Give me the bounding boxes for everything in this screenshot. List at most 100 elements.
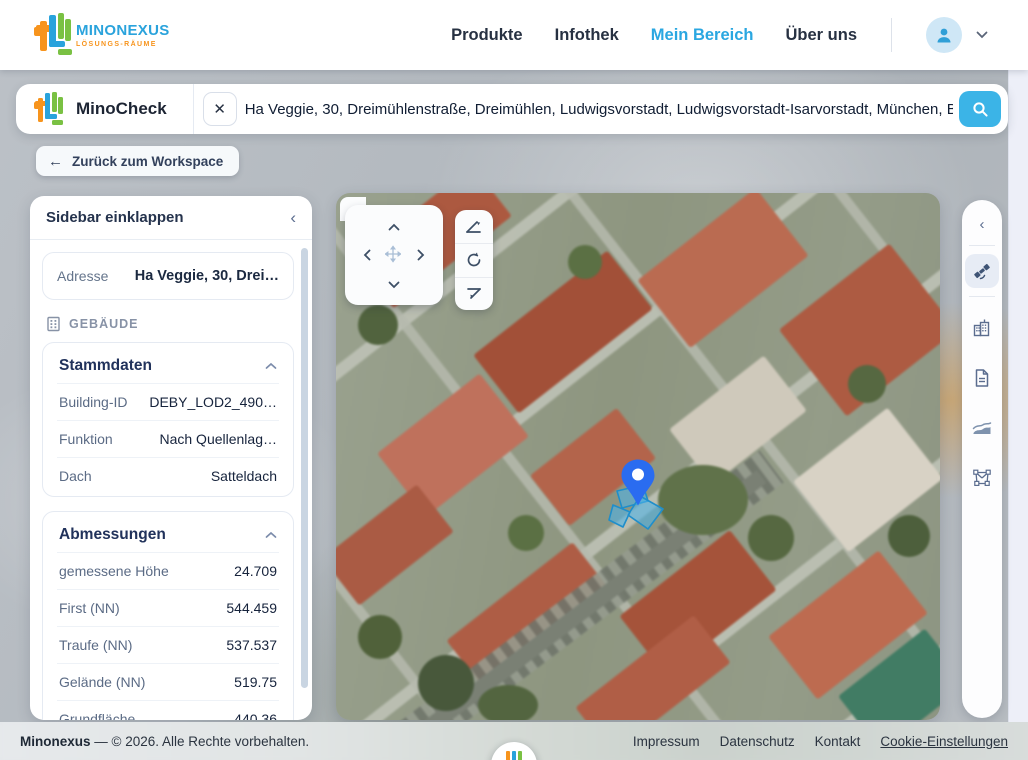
copyright-text: Minonexus — © 2026. Alle Rechte vorbehal… [20, 734, 309, 749]
gebaeude-section-header: GEBÄUDE [46, 316, 292, 332]
footer-link-datenschutz[interactable]: Datenschutz [720, 734, 795, 749]
table-row: Traufe (NN) 537.537 [57, 626, 279, 663]
building-icon [46, 316, 61, 332]
bearing-icon[interactable] [455, 277, 493, 310]
footer-link-kontakt[interactable]: Kontakt [815, 734, 861, 749]
top-navbar: MINONEXUS LÖSUNGS-RÄUME Produkte Infothe… [0, 0, 1028, 70]
row-label: First (NN) [59, 600, 120, 616]
row-value: Satteldach [100, 468, 277, 484]
clear-search-button[interactable]: ✕ [203, 92, 237, 126]
brand-tagline: LÖSUNGS-RÄUME [76, 41, 170, 48]
stammdaten-card: Stammdaten Building-ID DEBY_LOD2_490… Fu… [42, 342, 294, 497]
search-button[interactable] [959, 91, 1001, 127]
layer-polygon-button[interactable] [965, 461, 999, 495]
footer-brand: Minonexus [20, 734, 91, 749]
document-icon [973, 368, 991, 388]
nav-item-produkte[interactable]: Produkte [451, 26, 523, 45]
toolbar-collapse-chevron-icon[interactable]: ‹ [980, 216, 985, 233]
row-label: Building-ID [59, 394, 133, 410]
gebaeude-section-label: GEBÄUDE [69, 317, 139, 331]
search-field: ✕ [193, 84, 1008, 134]
row-value: DEBY_LOD2_490… [141, 394, 277, 410]
back-arrow-icon: ← [48, 153, 63, 170]
building-sidebar: Sidebar einklappen ‹ Adresse Ha Veggie, … [30, 196, 312, 720]
toolbar-divider [969, 245, 995, 246]
nav-item-ueber-uns[interactable]: Über uns [785, 26, 857, 45]
satellite-icon [972, 261, 992, 281]
row-value: 544.459 [128, 600, 277, 616]
back-button-label: Zurück zum Workspace [72, 154, 223, 169]
footer-links: Impressum Datenschutz Kontakt Cookie-Ein… [633, 734, 1008, 749]
search-input[interactable] [245, 101, 953, 118]
collapse-chevron-up-icon[interactable] [265, 362, 277, 370]
row-value: 519.75 [153, 674, 277, 690]
row-label: Traufe (NN) [59, 637, 132, 653]
map-rotation-controls [455, 210, 493, 310]
table-row: Dach Satteldach [57, 457, 279, 494]
footer-link-impressum[interactable]: Impressum [633, 734, 700, 749]
pan-right-button[interactable] [413, 247, 429, 263]
page-scrollbar[interactable] [1008, 70, 1028, 722]
sidebar-body: Adresse Ha Veggie, 30, Drei… GEBÄUDE Sta… [30, 240, 312, 720]
angle-measure-icon[interactable] [455, 210, 493, 243]
brand-logo[interactable]: MINONEXUS LÖSUNGS-RÄUME [34, 13, 170, 57]
pan-center-icon[interactable] [385, 246, 401, 262]
minocheck-logo-icon [34, 92, 64, 126]
address-value: Ha Veggie, 30, Drei… [135, 268, 279, 284]
nav-divider [891, 18, 892, 52]
terrain-layers-icon [972, 420, 992, 436]
user-avatar[interactable] [926, 17, 962, 53]
stammdaten-title: Stammdaten [59, 357, 152, 375]
sidebar-header[interactable]: Sidebar einklappen ‹ [30, 196, 312, 240]
row-value: Nach Quellenlag… [121, 431, 277, 447]
sidebar-collapse-label: Sidebar einklappen [46, 209, 184, 226]
pan-left-button[interactable] [359, 247, 375, 263]
table-row: Funktion Nach Quellenlag… [57, 420, 279, 457]
address-card: Adresse Ha Veggie, 30, Drei… [42, 252, 294, 300]
pan-down-button[interactable] [386, 277, 402, 293]
row-label: Gelände (NN) [59, 674, 145, 690]
aerial-map[interactable] [336, 193, 940, 720]
row-value: 440.36 [143, 711, 277, 720]
nav-item-mein-bereich[interactable]: Mein Bereich [651, 26, 754, 45]
rotate-icon[interactable] [455, 243, 493, 276]
polygon-measure-icon [972, 468, 992, 488]
city-buildings-icon [972, 318, 992, 338]
abmessungen-title: Abmessungen [59, 526, 166, 544]
back-to-workspace-button[interactable]: ← Zurück zum Workspace [36, 146, 239, 176]
row-label: Grundfläche [59, 711, 135, 720]
abmessungen-title-row[interactable]: Abmessungen [57, 516, 279, 552]
map-layers-toolbar: ‹ [962, 200, 1002, 718]
row-value: 537.537 [140, 637, 277, 653]
collapse-chevron-up-icon[interactable] [265, 531, 277, 539]
row-label: gemessene Höhe [59, 563, 169, 579]
main-nav: Produkte Infothek Mein Bereich Über uns [451, 0, 988, 70]
account-chevron-down-icon[interactable] [976, 31, 988, 39]
brand-logo-icon [34, 13, 72, 57]
layer-buildings-button[interactable] [965, 311, 999, 345]
brand-name: MINONEXUS [76, 23, 170, 38]
nav-item-infothek[interactable]: Infothek [555, 26, 619, 45]
pan-up-button[interactable] [386, 219, 402, 235]
layer-document-button[interactable] [965, 361, 999, 395]
stammdaten-title-row[interactable]: Stammdaten [57, 347, 279, 383]
row-label: Funktion [59, 431, 113, 447]
table-row: gemessene Höhe 24.709 [57, 552, 279, 589]
minocheck-title: MinoCheck [76, 99, 167, 119]
sidebar-scrollbar[interactable] [301, 248, 308, 688]
app-root: MINONEXUS LÖSUNGS-RÄUME Produkte Infothe… [0, 0, 1028, 760]
footer-link-cookie-einstellungen[interactable]: Cookie-Einstellungen [880, 734, 1008, 749]
sidebar-collapse-chevron-icon[interactable]: ‹ [290, 209, 296, 226]
table-row: First (NN) 544.459 [57, 589, 279, 626]
user-icon [934, 25, 954, 45]
abmessungen-card: Abmessungen gemessene Höhe 24.709 First … [42, 511, 294, 720]
layer-satellite-button[interactable] [965, 254, 999, 288]
row-value: 24.709 [177, 563, 277, 579]
table-row: Grundfläche 440.36 [57, 700, 279, 720]
map-pan-control [345, 205, 443, 305]
layer-terrain-button[interactable] [965, 411, 999, 445]
minocheck-search-panel: MinoCheck ✕ [16, 84, 1008, 134]
search-icon [972, 101, 989, 118]
map-marker-pin[interactable] [619, 458, 657, 508]
floating-button-logo-icon [506, 751, 522, 760]
